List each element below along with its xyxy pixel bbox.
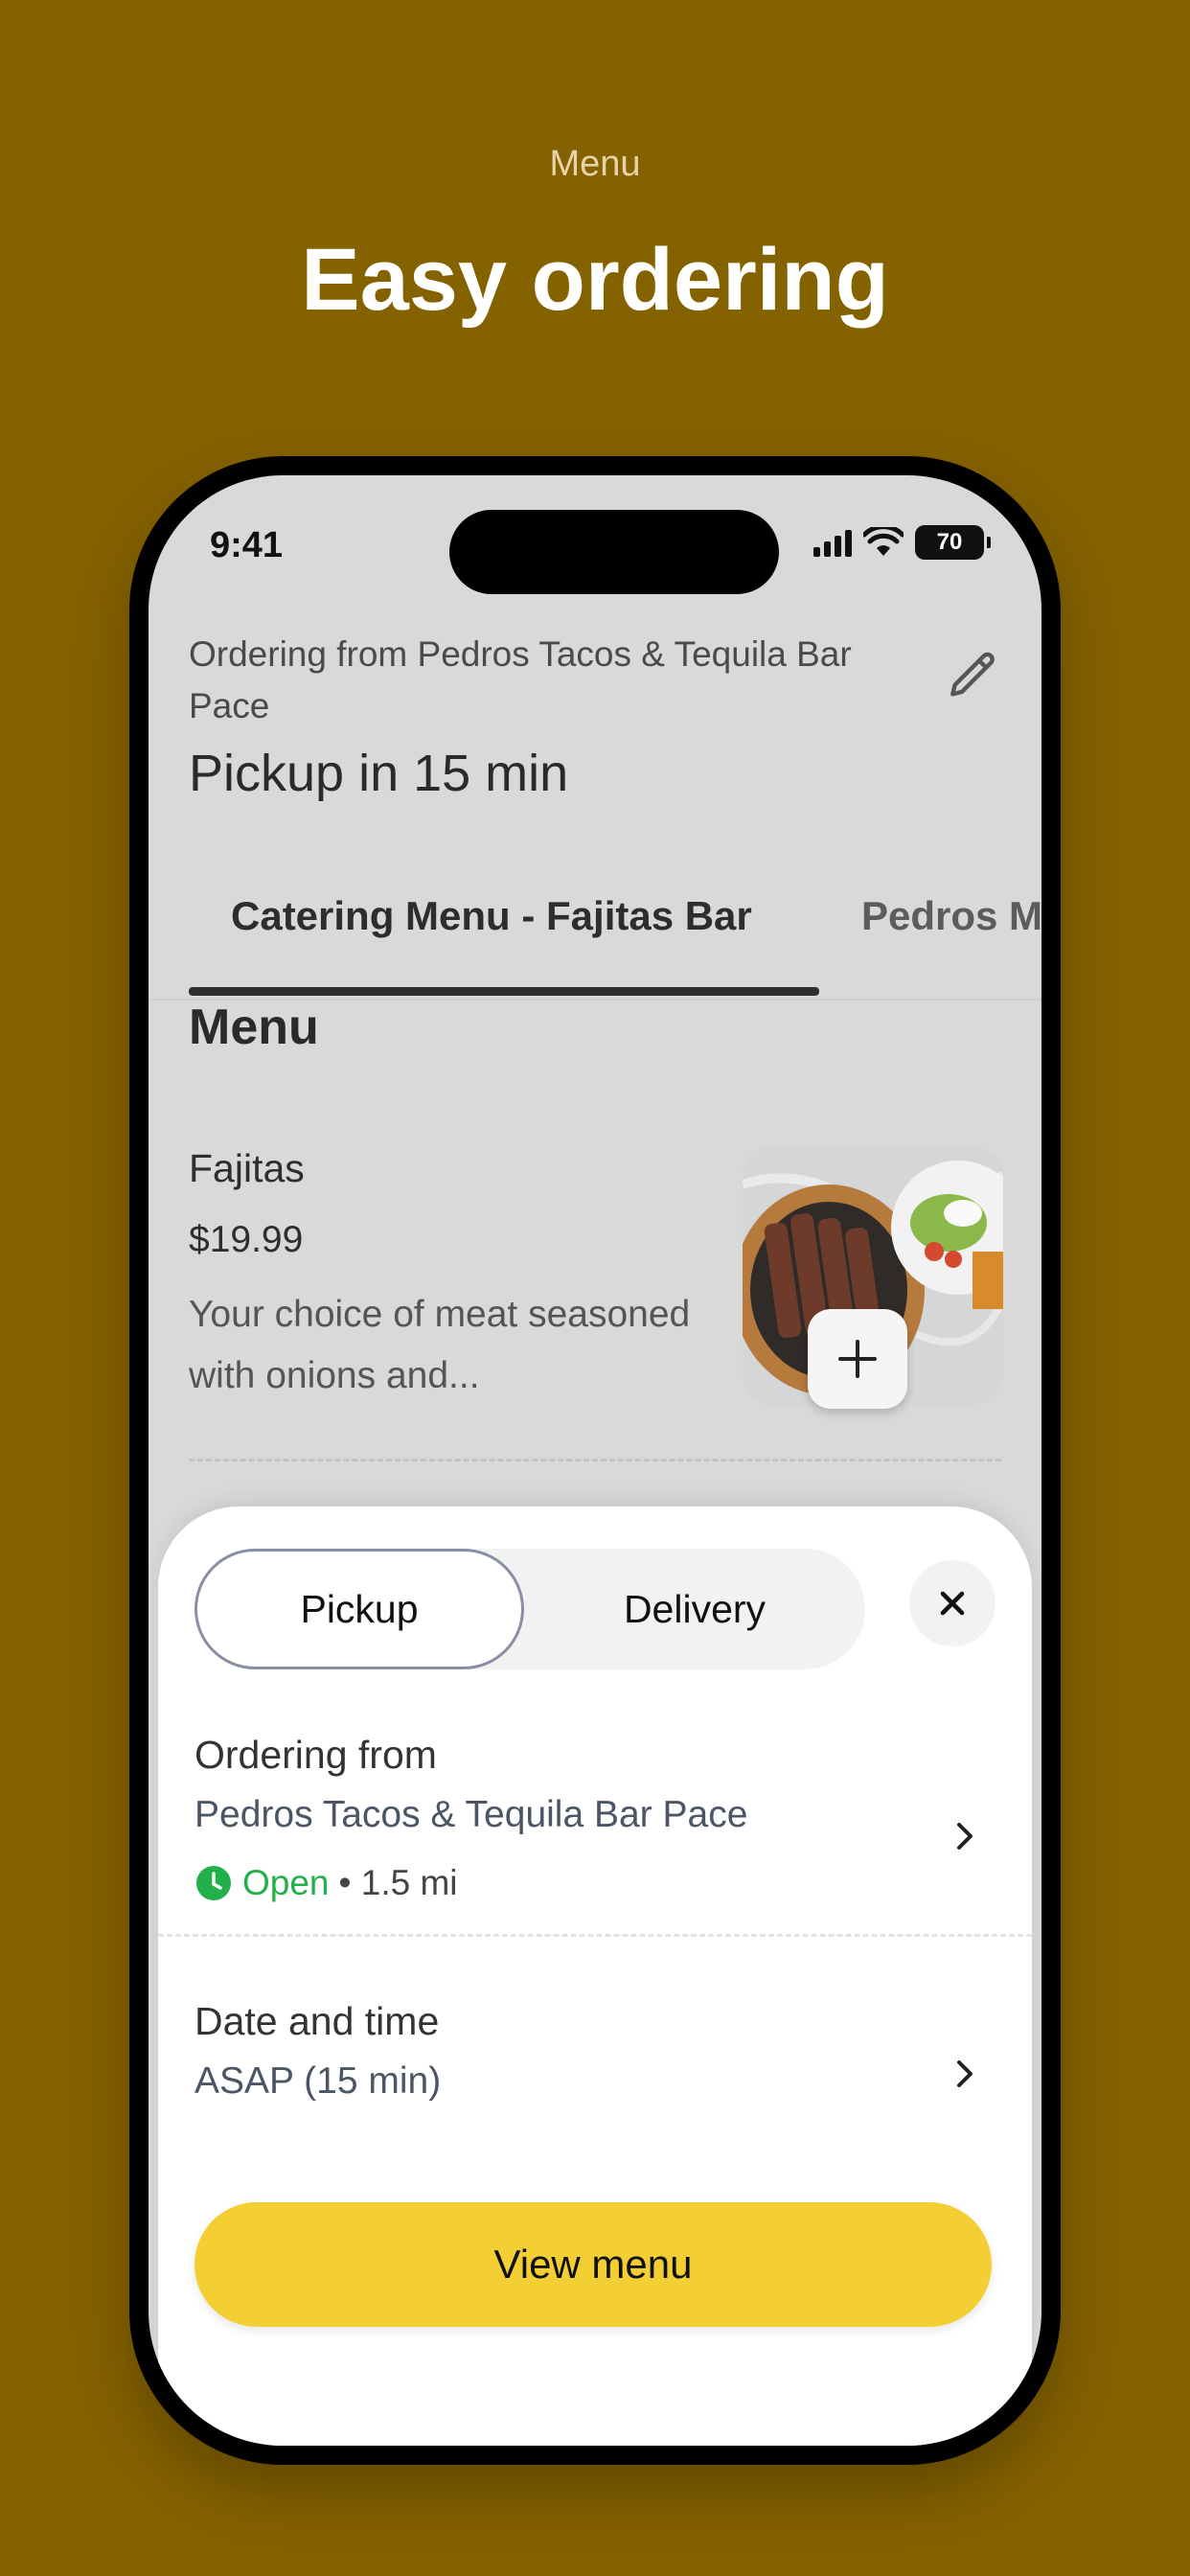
menu-item-price: $19.99 (189, 1219, 304, 1260)
clock-icon (196, 1866, 231, 1900)
menu-item[interactable]: Fajitas $19.99 Your choice of meat seaso… (189, 1146, 1003, 1453)
tab-catering-menu[interactable]: Catering Menu - Fajitas Bar (231, 893, 752, 939)
close-button[interactable] (909, 1560, 995, 1646)
close-icon (940, 1591, 965, 1616)
wifi-icon (863, 527, 904, 556)
distance-text: • 1.5 mi (338, 1863, 458, 1902)
tab-active-indicator (189, 987, 819, 996)
plus-icon (838, 1340, 877, 1378)
open-status: Open (242, 1863, 330, 1902)
pencil-icon[interactable] (940, 642, 1007, 709)
delivery-option[interactable]: Delivery (524, 1549, 865, 1669)
ordering-from-label: Ordering from (195, 1733, 437, 1777)
phone-screen: 9:41 70 Ordering from Pedros Tacos & Teq… (149, 475, 1041, 2446)
pickup-option[interactable]: Pickup (195, 1549, 524, 1669)
status-time: 9:41 (210, 525, 284, 565)
promo-title: Easy ordering (301, 231, 889, 329)
location-status: Open • 1.5 mi (195, 1863, 458, 1903)
order-options-sheet: Pickup Delivery Ordering from Pedros Tac… (158, 1506, 1032, 2446)
location-name[interactable]: Pedros Tacos & Tequila Bar Pace (195, 1794, 747, 1836)
menu-item-description: Your choice of meat seasoned with onions… (189, 1294, 691, 1396)
ordering-from-text: Ordering from Pedros Tacos & Tequila Bar… (189, 634, 852, 725)
menu-item-name: Fajitas (189, 1146, 305, 1190)
order-type-toggle: Pickup Delivery (195, 1549, 865, 1669)
battery-icon: 70 (915, 525, 991, 560)
add-item-button[interactable] (808, 1309, 907, 1409)
status-icons: 70 (813, 525, 991, 560)
chevron-right-icon[interactable] (946, 1817, 984, 1855)
signal-icon (813, 528, 852, 557)
date-time-label: Date and time (195, 1999, 440, 2043)
view-menu-button[interactable]: View menu (195, 2202, 992, 2327)
item-divider (189, 1459, 1001, 1461)
menu-section-title: Menu (189, 1000, 319, 1055)
promo-subtitle: Menu (549, 144, 641, 184)
phone-frame: 9:41 70 Ordering from Pedros Tacos & Teq… (129, 456, 1061, 2465)
sheet-divider (158, 1934, 1032, 1937)
chevron-right-icon[interactable] (946, 2055, 984, 2093)
menu-tabs: Catering Menu - Fajitas Bar Pedros M (149, 866, 1041, 1000)
date-time-value[interactable]: ASAP (15 min) (195, 2060, 441, 2103)
dynamic-island (449, 510, 779, 594)
pickup-time[interactable]: Pickup in 15 min (189, 744, 568, 803)
tab-pedros-menu[interactable]: Pedros M (861, 893, 1041, 939)
